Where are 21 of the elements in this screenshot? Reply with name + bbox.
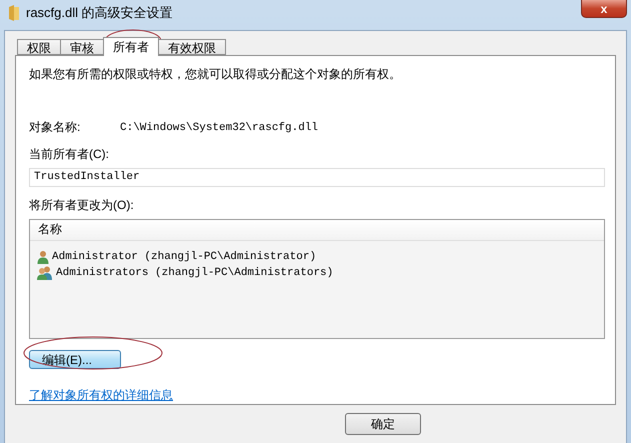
current-owner-label: 当前所有者(C): [29, 146, 110, 163]
object-name-label: 对象名称: [29, 119, 82, 136]
folder-icon [8, 5, 20, 21]
list-item[interactable]: Administrator (zhangjl-PC\Administrator) [52, 250, 316, 263]
column-header[interactable]: 名称 [30, 220, 604, 241]
user-group-icon [36, 266, 54, 280]
tab[interactable]: 所有者 [103, 37, 159, 56]
object-path: C:\Windows\System32\rascfg.dll [120, 122, 318, 134]
edit-button[interactable]: 编辑(E)... [29, 350, 121, 369]
ok-button[interactable]: 确定 [345, 413, 421, 435]
window-title: rascfg.dll 的高级安全设置 [26, 4, 173, 22]
intro-text: 如果您有所需的权限或特权，您就可以取得或分配这个对象的所有权。 [29, 66, 402, 83]
tab[interactable]: 审核 [60, 39, 104, 55]
tab[interactable]: 有效权限 [158, 39, 226, 55]
user-icon [36, 250, 50, 264]
owner-field[interactable]: TrustedInstaller [29, 168, 605, 187]
close-button[interactable]: x [581, 0, 627, 18]
change-owner-label: 将所有者更改为(O): [29, 196, 135, 214]
list-item[interactable]: Administrators (zhangjl-PC\Administrators) [56, 266, 334, 279]
help-link[interactable]: 了解对象所有权的详细信息 [29, 388, 173, 402]
tab[interactable]: 权限 [17, 39, 61, 55]
